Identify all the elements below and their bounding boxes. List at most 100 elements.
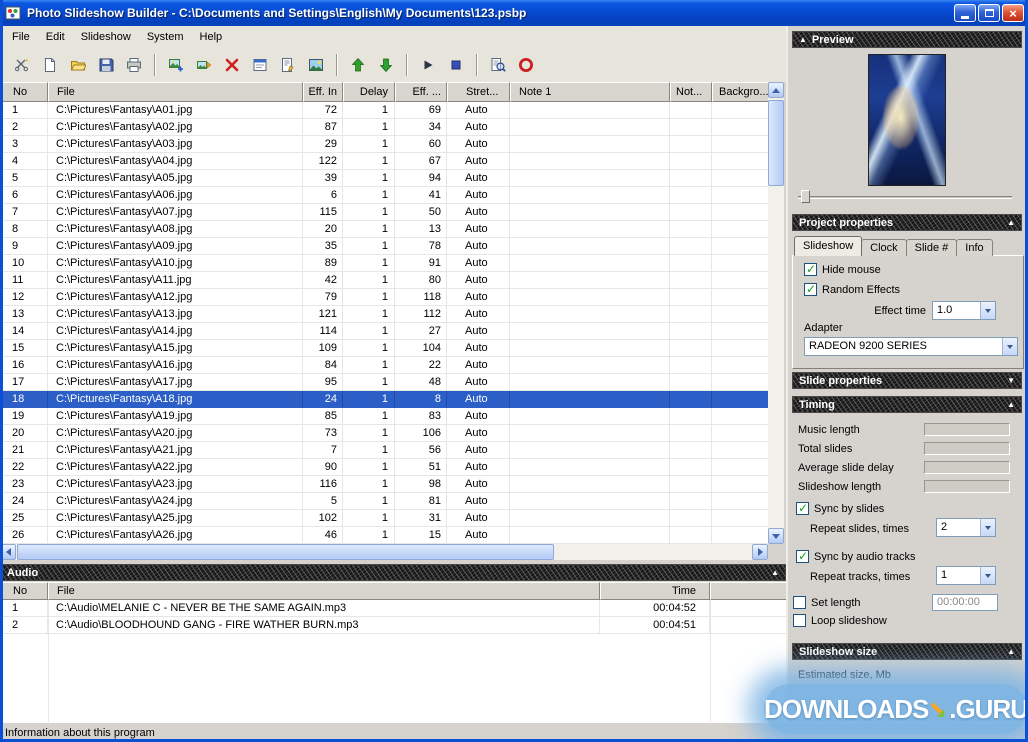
slide-properties-header[interactable]: Slide properties ▼ — [792, 372, 1022, 389]
adapter-combo[interactable]: RADEON 9200 SERIES — [804, 337, 1018, 356]
slide-row[interactable]: 7C:\Pictures\Fantasy\A07.jpg115150Auto — [0, 204, 768, 221]
slide-row[interactable]: 5C:\Pictures\Fantasy\A05.jpg39194Auto — [0, 170, 768, 187]
horizontal-scroll-thumb[interactable] — [17, 544, 554, 560]
slideshow-size-header[interactable]: Slideshow size ▲ — [792, 643, 1022, 660]
scroll-right-button[interactable] — [752, 544, 768, 560]
slide-row[interactable]: 10C:\Pictures\Fantasy\A10.jpg89191Auto — [0, 255, 768, 272]
sync-by-audio-checkbox[interactable] — [796, 550, 809, 563]
audio-column-header-time[interactable]: Time — [600, 582, 710, 600]
edit-notes-button[interactable] — [275, 53, 301, 77]
repeat-tracks-combo[interactable]: 1 — [936, 566, 996, 585]
move-up-button[interactable] — [345, 53, 371, 77]
slide-row[interactable]: 17C:\Pictures\Fantasy\A17.jpg95148Auto — [0, 374, 768, 391]
open-button[interactable] — [65, 53, 91, 77]
vertical-scrollbar[interactable] — [768, 82, 784, 544]
menu-slideshow[interactable]: Slideshow — [73, 28, 139, 46]
tab-slideshow[interactable]: Slideshow — [794, 236, 862, 256]
slide-row[interactable]: 25C:\Pictures\Fantasy\A25.jpg102131Auto — [0, 510, 768, 527]
slide-row[interactable]: 23C:\Pictures\Fantasy\A23.jpg116198Auto — [0, 476, 768, 493]
slide-row[interactable]: 11C:\Pictures\Fantasy\A11.jpg42180Auto — [0, 272, 768, 289]
image-properties-button[interactable] — [247, 53, 273, 77]
audio-column-header-no[interactable]: No — [0, 582, 48, 600]
scroll-left-button[interactable] — [0, 544, 16, 560]
slider-thumb[interactable] — [801, 190, 810, 203]
column-header-stretch[interactable]: Stret... — [447, 82, 510, 102]
effect-time-combo[interactable]: 1.0 — [932, 301, 996, 320]
audio-section-header[interactable]: Audio ▲ — [0, 564, 786, 581]
set-length-input[interactable]: 00:00:00 — [932, 594, 998, 611]
slide-row[interactable]: 18C:\Pictures\Fantasy\A18.jpg2418Auto — [0, 391, 768, 408]
audio-column-header-fill[interactable] — [710, 582, 786, 600]
preview-slider[interactable] — [798, 188, 1012, 204]
play-button[interactable] — [415, 53, 441, 77]
slide-row[interactable]: 14C:\Pictures\Fantasy\A14.jpg114127Auto — [0, 323, 768, 340]
capture-image-button[interactable] — [191, 53, 217, 77]
slide-row[interactable]: 12C:\Pictures\Fantasy\A12.jpg791118Auto — [0, 289, 768, 306]
column-header-note2[interactable]: Not... — [670, 82, 712, 102]
scroll-down-button[interactable] — [768, 528, 784, 544]
preview-header[interactable]: ▲ Preview — [792, 31, 1022, 48]
preview-button[interactable] — [485, 53, 511, 77]
slide-row[interactable]: 4C:\Pictures\Fantasy\A04.jpg122167Auto — [0, 153, 768, 170]
column-header-note1[interactable]: Note 1 — [510, 82, 670, 102]
tab-clock[interactable]: Clock — [861, 239, 907, 256]
slide-row[interactable]: 2C:\Pictures\Fantasy\A02.jpg87134Auto — [0, 119, 768, 136]
stop-button[interactable] — [443, 53, 469, 77]
dropdown-arrow-icon[interactable] — [980, 302, 995, 319]
slide-row[interactable]: 6C:\Pictures\Fantasy\A06.jpg6141Auto — [0, 187, 768, 204]
tab-info[interactable]: Info — [956, 239, 992, 256]
slide-row[interactable]: 20C:\Pictures\Fantasy\A20.jpg731106Auto — [0, 425, 768, 442]
repeat-slides-combo[interactable]: 2 — [936, 518, 996, 537]
slide-row[interactable]: 3C:\Pictures\Fantasy\A03.jpg29160Auto — [0, 136, 768, 153]
audio-row[interactable]: 1C:\Audio\MELANIE C - NEVER BE THE SAME … — [0, 600, 786, 617]
minimize-button[interactable] — [954, 4, 976, 22]
loop-slideshow-checkbox[interactable] — [793, 614, 806, 627]
column-header-eff_in[interactable]: Eff. In — [303, 82, 343, 102]
delete-button[interactable] — [219, 53, 245, 77]
column-header-delay[interactable]: Delay — [343, 82, 395, 102]
audio-column-header-file[interactable]: File — [48, 582, 600, 600]
dropdown-arrow-icon[interactable] — [980, 567, 995, 584]
column-header-no[interactable]: No — [0, 82, 48, 102]
maximize-button[interactable] — [978, 4, 1000, 22]
sync-by-slides-checkbox[interactable] — [796, 502, 809, 515]
move-down-button[interactable] — [373, 53, 399, 77]
tab-slide[interactable]: Slide # — [906, 239, 958, 256]
vertical-scroll-thumb[interactable] — [768, 100, 784, 186]
slide-row[interactable]: 26C:\Pictures\Fantasy\A26.jpg46115Auto — [0, 527, 768, 544]
menu-edit[interactable]: Edit — [38, 28, 73, 46]
slide-row[interactable]: 15C:\Pictures\Fantasy\A15.jpg1091104Auto — [0, 340, 768, 357]
menu-help[interactable]: Help — [192, 28, 231, 46]
slide-row[interactable]: 9C:\Pictures\Fantasy\A09.jpg35178Auto — [0, 238, 768, 255]
set-length-checkbox[interactable] — [793, 596, 806, 609]
column-header-background[interactable]: Backgro... — [712, 82, 768, 102]
audio-row[interactable]: 2C:\Audio\BLOODHOUND GANG - FIRE WATHER … — [0, 617, 786, 634]
slider-track[interactable] — [798, 196, 1012, 199]
add-images-button[interactable] — [163, 53, 189, 77]
slide-row[interactable]: 24C:\Pictures\Fantasy\A24.jpg5181Auto — [0, 493, 768, 510]
slide-row[interactable]: 8C:\Pictures\Fantasy\A08.jpg20113Auto — [0, 221, 768, 238]
hide-mouse-checkbox[interactable] — [804, 263, 817, 276]
menu-file[interactable]: File — [4, 28, 38, 46]
save-button[interactable] — [93, 53, 119, 77]
random-effects-checkbox[interactable] — [804, 283, 817, 296]
horizontal-scrollbar[interactable] — [0, 544, 768, 560]
slide-row[interactable]: 13C:\Pictures\Fantasy\A13.jpg1211112Auto — [0, 306, 768, 323]
slide-row[interactable]: 16C:\Pictures\Fantasy\A16.jpg84122Auto — [0, 357, 768, 374]
scroll-up-button[interactable] — [768, 82, 784, 98]
project-properties-header[interactable]: Project properties ▲ — [792, 214, 1022, 231]
slide-row[interactable]: 19C:\Pictures\Fantasy\A19.jpg85183Auto — [0, 408, 768, 425]
dropdown-arrow-icon[interactable] — [1002, 338, 1017, 355]
new-slideshow-button[interactable] — [37, 53, 63, 77]
column-header-file[interactable]: File — [48, 82, 303, 102]
close-button[interactable]: × — [1002, 4, 1024, 22]
menu-system[interactable]: System — [139, 28, 192, 46]
export-button[interactable] — [121, 53, 147, 77]
slide-row[interactable]: 22C:\Pictures\Fantasy\A22.jpg90151Auto — [0, 459, 768, 476]
set-background-button[interactable] — [303, 53, 329, 77]
dropdown-arrow-icon[interactable] — [980, 519, 995, 536]
slide-row[interactable]: 21C:\Pictures\Fantasy\A21.jpg7156Auto — [0, 442, 768, 459]
new-project-wizard-button[interactable] — [9, 53, 35, 77]
slide-row[interactable]: 1C:\Pictures\Fantasy\A01.jpg72169Auto — [0, 102, 768, 119]
timing-header[interactable]: Timing ▲ — [792, 396, 1022, 413]
